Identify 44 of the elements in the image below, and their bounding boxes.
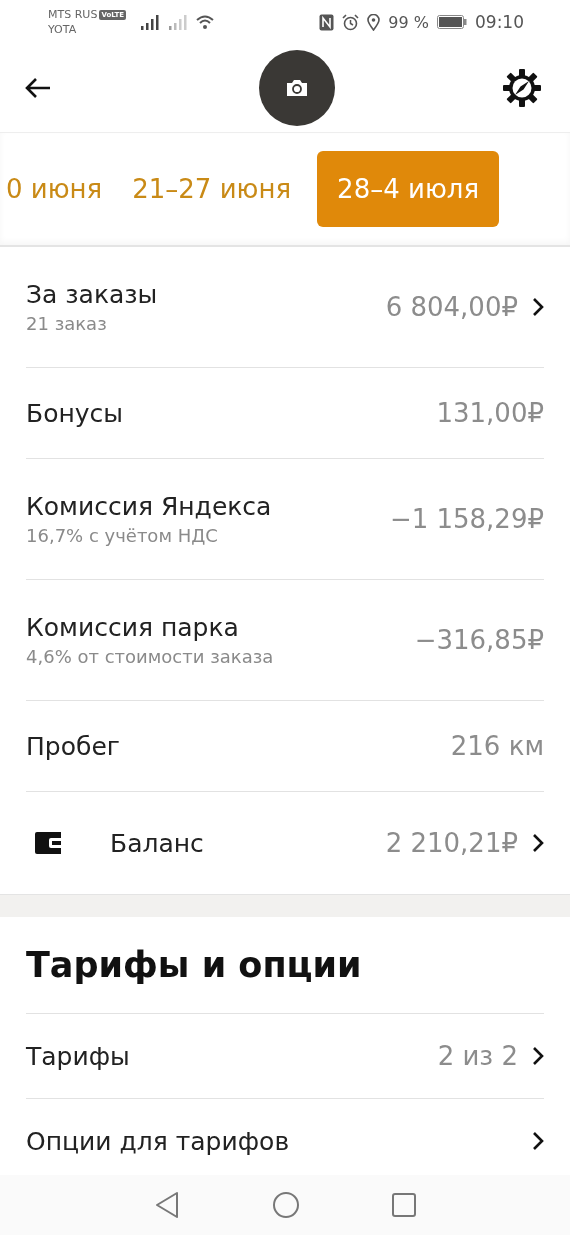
back-arrow-icon[interactable] [24, 76, 52, 100]
wallet-icon [34, 830, 64, 856]
week-tab[interactable]: 0 июня [0, 151, 107, 227]
row-title: Баланс [110, 828, 205, 858]
alarm-icon [342, 13, 360, 31]
signal-icon [168, 14, 188, 30]
battery-icon [437, 15, 467, 29]
row-title: Комиссия парка [26, 613, 240, 642]
chevron-icon[interactable] [532, 297, 544, 317]
chevron-icon[interactable] [532, 1131, 544, 1151]
carrier-name: YOTA [48, 22, 78, 37]
back-nav-icon[interactable] [154, 1191, 180, 1219]
clock: 09:10 [475, 12, 524, 32]
row-value: 131,00₽ [436, 398, 544, 428]
row-title: Опции для тарифов [26, 1126, 291, 1156]
row-value: 2 210,21₽ [385, 828, 518, 858]
chevron-icon[interactable] [532, 1046, 544, 1066]
chevron-icon[interactable] [532, 833, 544, 853]
row-subtitle: 21 заказ [26, 313, 108, 334]
signal-icon [140, 14, 160, 30]
row-value: −1 158,29₽ [389, 504, 544, 534]
battery-percent: 99 % [388, 12, 429, 32]
row-value: 2 из 2 [437, 1041, 518, 1071]
week-tab[interactable]: 21–27 июня [128, 151, 296, 227]
row-value: 216 км [450, 731, 544, 761]
camera-icon [285, 78, 309, 98]
recents-nav-icon[interactable] [392, 1193, 416, 1217]
section-title: Тарифы и опции [26, 917, 544, 1014]
row-title: За заказы [26, 280, 159, 309]
location-icon [367, 13, 381, 31]
row-title: Пробег [26, 731, 121, 761]
wifi-icon [196, 15, 214, 29]
row-title: Бонусы [26, 398, 125, 428]
nfc-icon [319, 13, 335, 31]
row-subtitle: 16,7% с учётом НДС [26, 525, 219, 546]
row-value: 6 804,00₽ [385, 292, 518, 322]
home-nav-icon[interactable] [272, 1191, 300, 1219]
row-title: Комиссия Яндекса [26, 492, 273, 521]
week-tab[interactable]: 28–4 июля [317, 151, 500, 227]
row-title: Тарифы [26, 1041, 131, 1071]
row-value: −316,85₽ [414, 625, 544, 655]
settings-icon[interactable] [502, 68, 542, 108]
carrier-name: MTS RUS [48, 7, 98, 22]
row-subtitle: 4,6% от стоимости заказа [26, 646, 275, 667]
